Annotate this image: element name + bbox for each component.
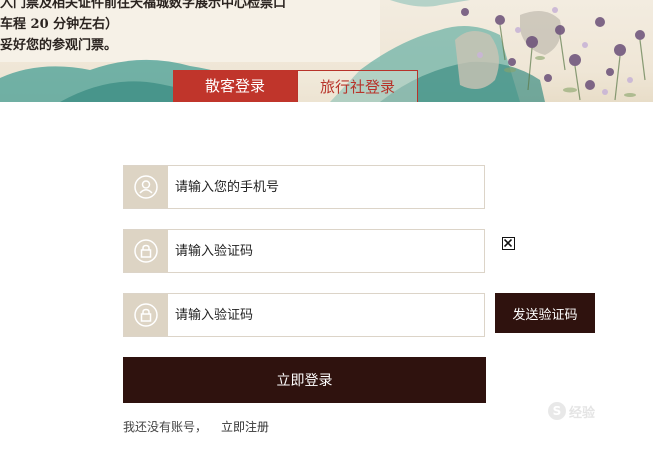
register-row: 我还没有账号， 立即注册	[123, 418, 269, 435]
notice-line: 入门票及相关证件前往天福城数字展示中心检票口	[0, 0, 287, 11]
notice-line: 车程 20 分钟左右）	[0, 17, 119, 32]
user-icon	[134, 175, 158, 199]
header-banner: 入门票及相关证件前往天福城数字展示中心检票口 车程 20 分钟左右） 妥好您的参…	[0, 0, 653, 102]
tab-travel-agency-login[interactable]: 旅行社登录	[297, 70, 418, 102]
register-prompt: 我还没有账号，	[123, 420, 208, 434]
captcha-input[interactable]	[168, 230, 484, 272]
visit-notice: 入门票及相关证件前往天福城数字展示中心检票口 车程 20 分钟左右） 妥好您的参…	[0, 0, 390, 56]
watermark-text: 经验	[569, 406, 596, 421]
sms-code-icon-box	[124, 294, 168, 336]
lock-icon	[134, 303, 158, 327]
watermark-logo: S	[548, 402, 566, 420]
register-link[interactable]: 立即注册	[221, 420, 269, 434]
sms-code-field	[123, 293, 485, 337]
lock-icon	[134, 239, 158, 263]
phone-icon-box	[124, 166, 168, 208]
notice-line: 妥好您的参观门票。	[0, 38, 118, 53]
phone-field	[123, 165, 485, 209]
phone-input[interactable]	[168, 166, 484, 208]
captcha-icon-box	[124, 230, 168, 272]
broken-image-icon[interactable]	[502, 237, 515, 250]
captcha-field	[123, 229, 485, 273]
send-code-button[interactable]: 发送验证码	[495, 293, 595, 333]
login-button[interactable]: 立即登录	[123, 357, 486, 403]
sms-code-input[interactable]	[168, 294, 484, 336]
watermark: S 经验	[548, 400, 628, 422]
tab-individual-login[interactable]: 散客登录	[173, 70, 297, 102]
